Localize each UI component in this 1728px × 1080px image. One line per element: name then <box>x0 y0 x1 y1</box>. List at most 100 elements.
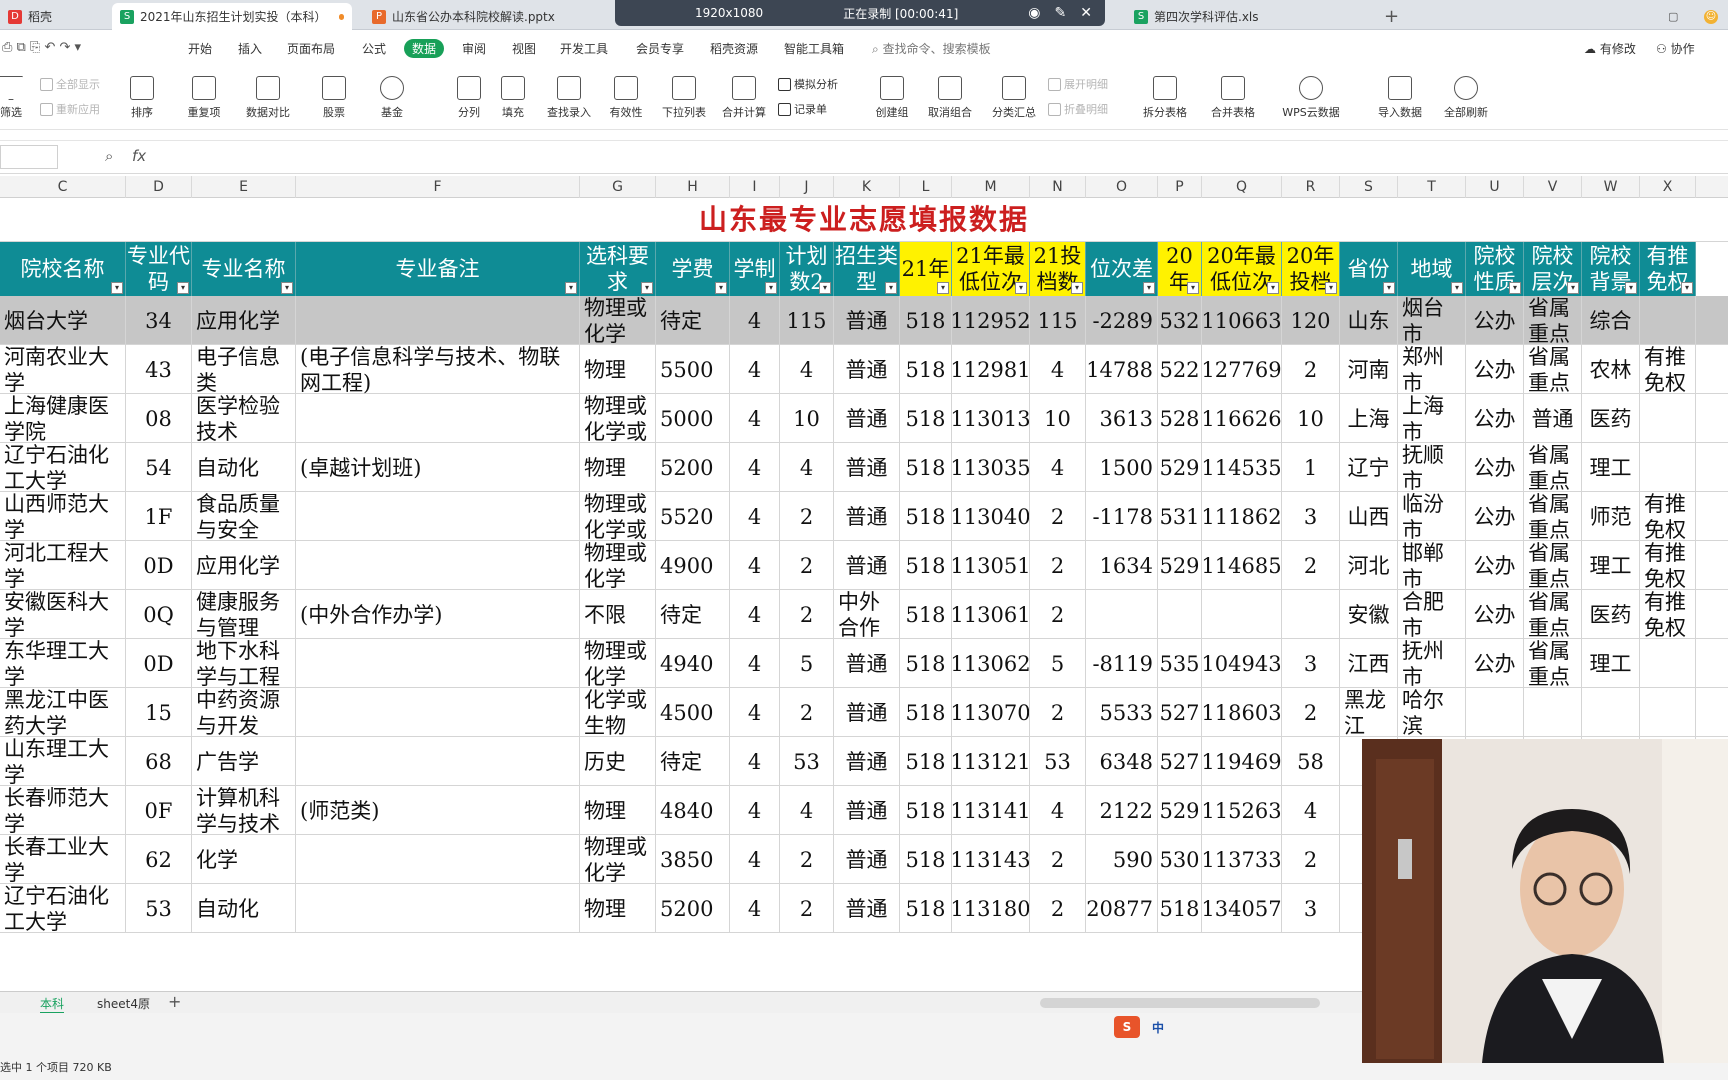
table-cell[interactable]: 134057 <box>1202 884 1282 933</box>
table-cell[interactable]: 应用化学 <box>192 541 296 590</box>
table-cell[interactable]: 115 <box>780 296 834 345</box>
refresh-all-button[interactable]: 全部刷新 <box>1430 72 1502 124</box>
table-cell[interactable]: 4 <box>1282 786 1340 835</box>
table-cell[interactable]: 普通 <box>834 443 900 492</box>
table-cell[interactable]: 河北工程大学 <box>0 541 126 590</box>
column-letter[interactable]: H <box>656 176 730 198</box>
table-cell[interactable]: 师范 <box>1582 492 1640 541</box>
table-cell[interactable]: 113040 <box>952 492 1030 541</box>
table-cell[interactable]: 518 <box>900 443 952 492</box>
table-cell[interactable]: 农林 <box>1582 345 1640 394</box>
filter-dropdown-icon[interactable]: ▾ <box>1681 282 1693 294</box>
wps-cloud-button[interactable]: WPS云数据 <box>1274 72 1348 124</box>
table-cell[interactable] <box>1640 639 1696 688</box>
table-cell[interactable]: 公办 <box>1466 590 1524 639</box>
table-cell[interactable]: 4 <box>730 296 780 345</box>
table-cell[interactable]: 6348 <box>1086 737 1158 786</box>
table-cell[interactable]: 物理 <box>580 443 656 492</box>
table-cell[interactable]: 省属重点 <box>1524 345 1582 394</box>
table-cell[interactable]: 5200 <box>656 443 730 492</box>
table-cell[interactable]: 1634 <box>1086 541 1158 590</box>
table-cell[interactable]: 公办 <box>1466 345 1524 394</box>
table-cell[interactable]: -8119 <box>1086 639 1158 688</box>
table-cell[interactable]: 518 <box>900 835 952 884</box>
table-cell[interactable]: 物理或化学 <box>580 541 656 590</box>
table-cell[interactable]: 普通 <box>834 296 900 345</box>
dropdown-list-button[interactable]: 下拉列表 <box>652 72 716 124</box>
table-cell[interactable]: 省属重点 <box>1524 541 1582 590</box>
filter-dropdown-icon[interactable]: ▾ <box>1567 282 1579 294</box>
table-cell[interactable]: 公办 <box>1466 296 1524 345</box>
tab-docer[interactable]: D 稻壳 <box>0 3 108 30</box>
table-cell[interactable]: 黑龙江 <box>1340 688 1398 737</box>
table-cell[interactable]: 518 <box>900 786 952 835</box>
table-cell[interactable]: 健康服务与管理 <box>192 590 296 639</box>
table-cell[interactable]: 江西 <box>1340 639 1398 688</box>
table-cell[interactable]: 2 <box>1030 492 1086 541</box>
table-cell[interactable]: 公办 <box>1466 492 1524 541</box>
tab-spreadsheet-active[interactable]: S 2021年山东招生计划实投（本科） <box>112 3 352 30</box>
table-cell[interactable]: 普通 <box>834 884 900 933</box>
table-cell[interactable]: 河北 <box>1340 541 1398 590</box>
table-cell[interactable]: 518 <box>900 492 952 541</box>
fund-button[interactable]: 基金 <box>360 72 424 124</box>
table-cell[interactable]: 5 <box>780 639 834 688</box>
merge-table-button[interactable]: 合并表格 <box>1198 72 1268 124</box>
filter-dropdown-icon[interactable]: ▾ <box>1509 282 1521 294</box>
table-cell[interactable]: 计算机科学与技术 <box>192 786 296 835</box>
table-cell[interactable]: 省属重点 <box>1524 492 1582 541</box>
table-cell[interactable]: 112952 <box>952 296 1030 345</box>
table-cell[interactable]: 53 <box>780 737 834 786</box>
table-cell[interactable]: 山东 <box>1340 296 1398 345</box>
table-cell[interactable]: 普通 <box>834 688 900 737</box>
table-cell[interactable]: 4 <box>730 639 780 688</box>
filter-dropdown-icon[interactable]: ▾ <box>1187 282 1199 294</box>
filter-dropdown-icon[interactable]: ▾ <box>937 282 949 294</box>
table-cell[interactable]: 待定 <box>656 737 730 786</box>
table-cell[interactable]: 4 <box>730 541 780 590</box>
table-cell[interactable]: 4 <box>730 443 780 492</box>
table-cell[interactable]: 531 <box>1158 492 1202 541</box>
split-table-button[interactable]: 拆分表格 <box>1130 72 1200 124</box>
column-letter[interactable]: V <box>1524 176 1582 198</box>
table-cell[interactable]: 有推免权 <box>1640 492 1696 541</box>
table-cell[interactable]: 14788 <box>1086 345 1158 394</box>
column-letter[interactable]: J <box>780 176 834 198</box>
table-cell[interactable]: 529 <box>1158 541 1202 590</box>
column-letter[interactable]: X <box>1640 176 1696 198</box>
name-box[interactable] <box>0 145 58 169</box>
table-cell[interactable]: 518 <box>900 296 952 345</box>
table-cell[interactable] <box>296 688 580 737</box>
table-cell[interactable]: 普通 <box>834 737 900 786</box>
table-cell[interactable]: 抚州市 <box>1398 639 1466 688</box>
table-cell[interactable]: 53 <box>1030 737 1086 786</box>
data-compare-button[interactable]: 数据对比 <box>236 72 300 124</box>
collapse-detail-button[interactable]: 折叠明细 <box>1048 101 1108 117</box>
table-cell[interactable]: 119469 <box>1202 737 1282 786</box>
quick-access-icons[interactable]: ⎙ ⧉ ⎘ ↶ ↷ ▾ <box>2 40 81 55</box>
filter-dropdown-icon[interactable]: ▾ <box>1071 282 1083 294</box>
table-cell[interactable]: 物理或化学 <box>580 639 656 688</box>
column-letter[interactable]: R <box>1282 176 1340 198</box>
validity-button[interactable]: 有效性 <box>596 72 656 124</box>
table-cell[interactable] <box>296 394 580 443</box>
table-cell[interactable]: 郑州市 <box>1398 345 1466 394</box>
table-cell[interactable]: 长春工业大学 <box>0 835 126 884</box>
table-cell[interactable] <box>296 639 580 688</box>
table-cell[interactable]: 518 <box>900 884 952 933</box>
column-letter[interactable]: F <box>296 176 580 198</box>
table-cell[interactable]: 地下水科学与工程 <box>192 639 296 688</box>
record-form-button[interactable]: 记录单 <box>778 101 827 117</box>
table-cell[interactable]: 532 <box>1158 296 1202 345</box>
column-letter[interactable]: E <box>192 176 296 198</box>
table-cell[interactable]: 53 <box>126 884 192 933</box>
table-cell[interactable]: 待定 <box>656 590 730 639</box>
table-cell[interactable] <box>1640 394 1696 443</box>
table-cell[interactable]: 省属重点 <box>1524 639 1582 688</box>
table-cell[interactable]: 有推免权 <box>1640 541 1696 590</box>
menu-data[interactable]: 数据 <box>404 39 445 58</box>
menu-home[interactable]: 开始 <box>188 40 212 57</box>
table-cell[interactable]: 114685 <box>1202 541 1282 590</box>
table-cell[interactable]: 113180 <box>952 884 1030 933</box>
filter-dropdown-icon[interactable]: ▾ <box>1325 282 1337 294</box>
